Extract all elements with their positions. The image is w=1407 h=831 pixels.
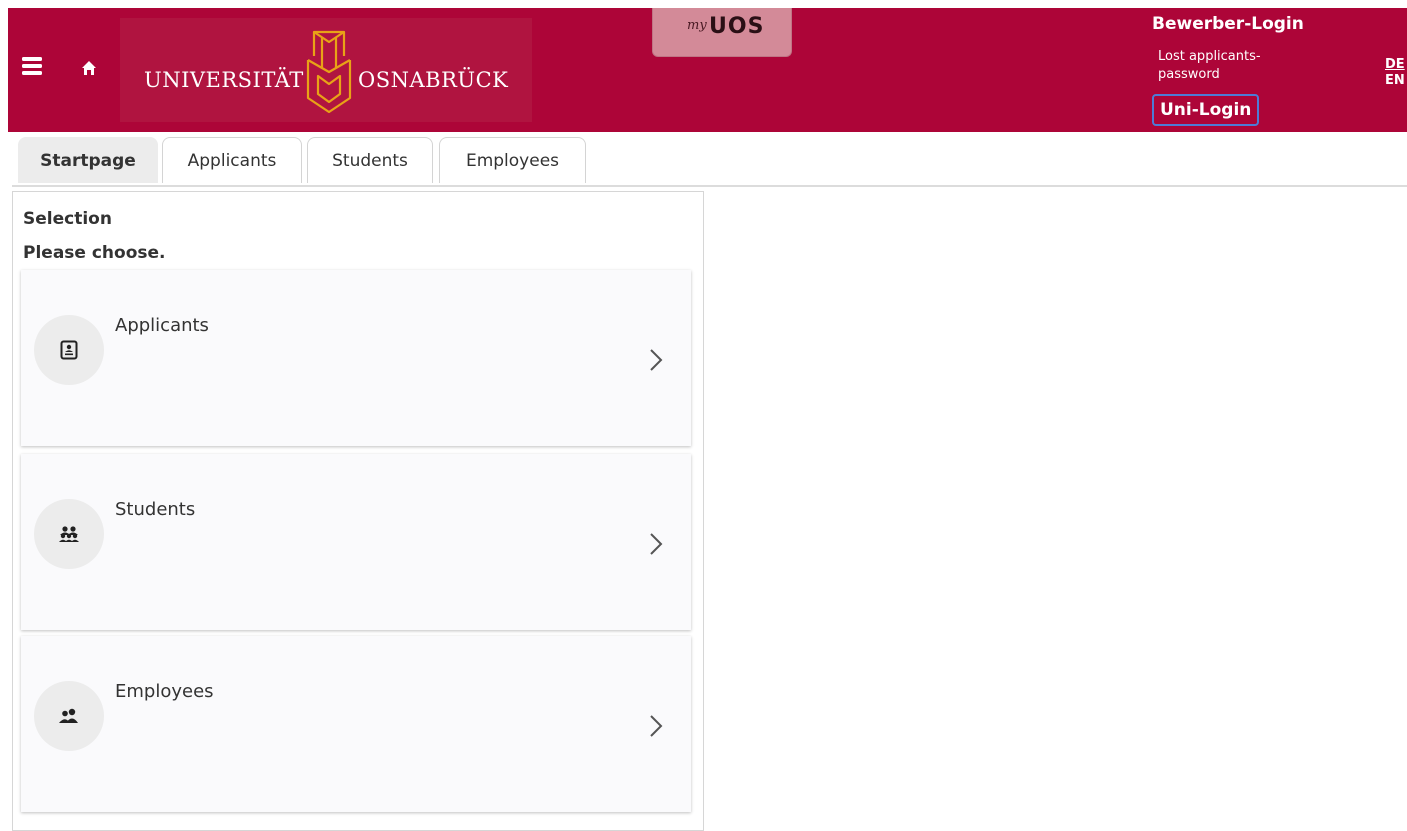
selection-title: Selection [23, 209, 112, 229]
language-switcher: DE| EN [1385, 57, 1407, 89]
card-employees[interactable]: Employees [21, 636, 691, 812]
selection-subtitle: Please choose. [23, 243, 166, 263]
card-students[interactable]: Students [21, 454, 691, 630]
lang-en-link[interactable]: EN [1385, 73, 1407, 89]
tab-employees[interactable]: Employees [439, 137, 586, 183]
card-applicants[interactable]: Applicants [21, 270, 691, 446]
menu-icon[interactable] [22, 56, 42, 76]
logo-text-universitaet: UNIVERSITÄT [144, 68, 304, 92]
tab-students[interactable]: Students [307, 137, 433, 183]
selection-panel: Selection Please choose. Applicants Stud… [12, 191, 704, 831]
card-label: Applicants [115, 315, 209, 336]
university-emblem-icon [306, 30, 352, 114]
card-label: Students [115, 499, 196, 520]
employees-group-icon [34, 681, 104, 751]
lost-password-link[interactable]: Lost applicants-password [1158, 48, 1296, 84]
home-icon[interactable] [81, 60, 97, 76]
main-tabs: Startpage Applicants Students Employees [12, 137, 1407, 187]
lang-de-link[interactable]: DE [1385, 57, 1405, 72]
myuos-prefix: my [687, 18, 707, 33]
logo-text-osnabrueck: OSNABRÜCK [358, 68, 509, 92]
uni-login-link[interactable]: Uni-Login [1152, 94, 1260, 126]
university-logo[interactable]: UNIVERSITÄT OSNABRÜCK [120, 18, 532, 122]
applicant-document-icon [34, 315, 104, 385]
site-header: UNIVERSITÄT OSNABRÜCK my UOS Bewerber-Lo… [8, 8, 1407, 132]
bewerber-login-link[interactable]: Bewerber-Login [1152, 14, 1304, 34]
tab-startpage[interactable]: Startpage [18, 137, 158, 183]
chevron-right-icon [650, 715, 663, 737]
students-group-icon [34, 499, 104, 569]
myuos-portal-tab[interactable]: my UOS [652, 8, 792, 57]
myuos-name: UOS [709, 14, 765, 39]
tab-applicants[interactable]: Applicants [162, 137, 302, 183]
chevron-right-icon [650, 349, 663, 371]
card-label: Employees [115, 681, 214, 702]
chevron-right-icon [650, 533, 663, 555]
